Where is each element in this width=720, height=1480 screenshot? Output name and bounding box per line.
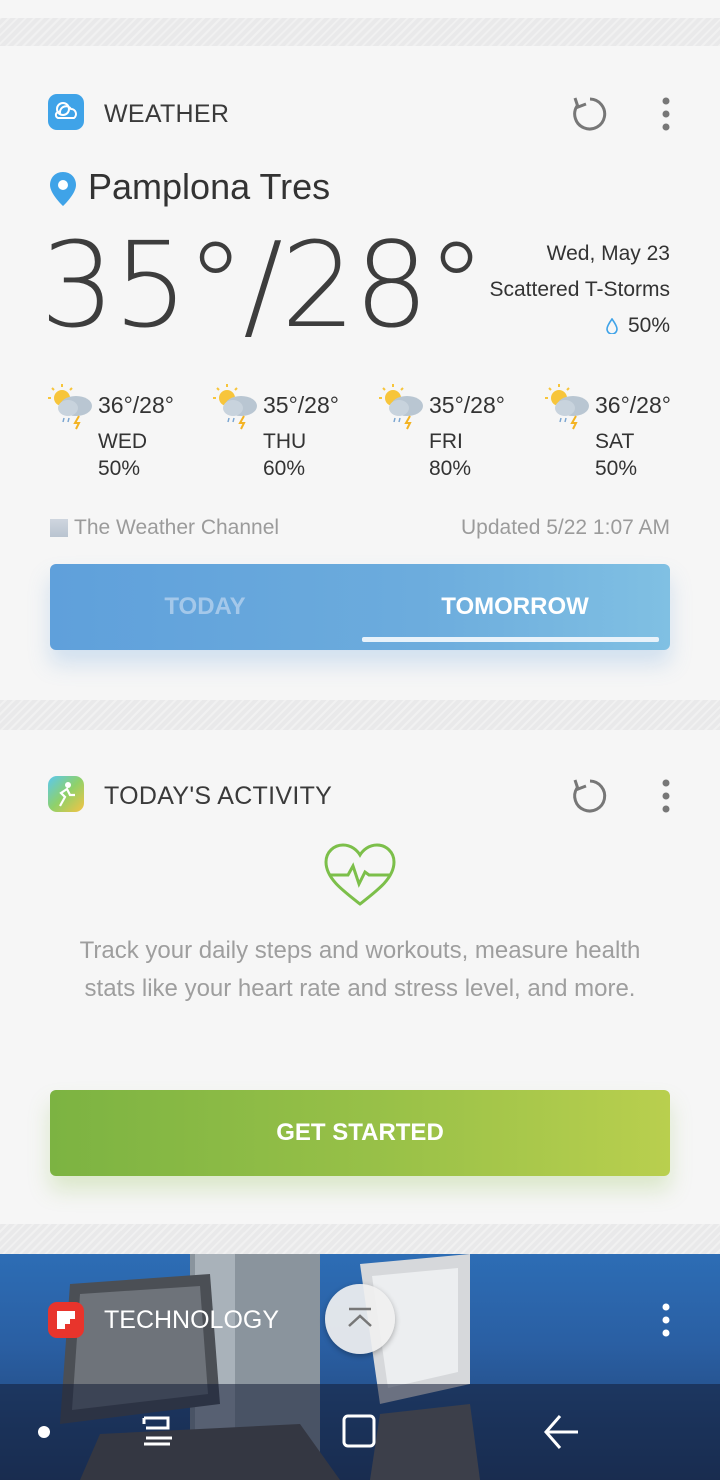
raindrop-icon — [606, 318, 618, 334]
current-precip: 50% — [627, 314, 670, 337]
flipboard-icon — [48, 1302, 84, 1338]
more-vertical-icon[interactable] — [656, 1300, 676, 1340]
current-temperature: 35°/28° — [40, 216, 486, 354]
current-conditions: Wed, May 23 Scattered T-Storms 50% — [489, 236, 670, 344]
day-tab-bar: TODAY TOMORROW — [50, 564, 670, 650]
forecast-day: 36°/28° SAT 50% — [543, 382, 703, 492]
forecast-precip: 50% — [595, 457, 638, 480]
forecast-temps: 35°/28° — [263, 392, 339, 418]
forecast-day: 36°/28° WED 50% — [46, 382, 206, 492]
recent-apps-icon[interactable] — [142, 1416, 172, 1446]
weather-card-title: WEATHER — [104, 100, 230, 128]
partly-cloudy-storm-icon — [379, 384, 423, 430]
back-icon[interactable] — [544, 1415, 578, 1449]
current-date: Wed, May 23 — [546, 242, 670, 265]
partly-cloudy-storm-icon — [48, 384, 92, 430]
forecast-day-label: SAT — [595, 430, 635, 453]
partly-cloudy-storm-icon — [213, 384, 257, 430]
system-navigation-bar — [0, 1384, 720, 1480]
forecast-temps: 36°/28° — [98, 392, 174, 418]
activity-card[interactable]: TODAY'S ACTIVITY Track your daily steps … — [0, 730, 720, 1224]
heart-rate-icon — [322, 842, 398, 908]
technology-card-title: TECHNOLOGY — [104, 1306, 280, 1334]
weather-source-label: The Weather Channel — [74, 516, 280, 539]
weather-source[interactable]: The Weather Channel — [50, 516, 279, 540]
more-vertical-icon[interactable] — [656, 776, 676, 816]
weather-cloud-icon — [48, 94, 84, 130]
forecast-day-label: THU — [263, 430, 307, 453]
location-name[interactable]: Pamplona Tres — [88, 166, 330, 208]
forecast-precip: 50% — [98, 457, 141, 480]
weather-channel-logo-icon — [50, 519, 68, 537]
previous-card-edge — [0, 0, 720, 18]
more-vertical-icon[interactable] — [656, 94, 676, 134]
scroll-to-top-icon — [348, 1307, 372, 1327]
forecast-day-label: FRI — [429, 430, 463, 453]
refresh-icon[interactable] — [570, 776, 610, 816]
partly-cloudy-storm-icon — [545, 384, 589, 430]
nav-dot-indicator[interactable] — [38, 1426, 50, 1438]
samsung-health-icon — [48, 776, 84, 812]
get-started-button[interactable]: GET STARTED — [50, 1090, 670, 1176]
forecast-temps: 36°/28° — [595, 392, 671, 418]
forecast-day-label: WED — [98, 430, 147, 453]
forecast-temps: 35°/28° — [429, 392, 505, 418]
forecast-day: 35°/28° THU 60% — [211, 382, 371, 492]
tab-today[interactable]: TODAY — [50, 564, 360, 650]
forecast-precip: 80% — [429, 457, 472, 480]
weather-card[interactable]: WEATHER Pamplona Tres 35°/28° Wed, May 2… — [0, 46, 720, 700]
current-condition: Scattered T-Storms — [489, 278, 670, 301]
scroll-to-top-button[interactable] — [325, 1284, 395, 1354]
activity-card-title: TODAY'S ACTIVITY — [104, 782, 333, 810]
home-icon[interactable] — [342, 1414, 376, 1448]
forecast-precip: 60% — [263, 457, 306, 480]
refresh-icon[interactable] — [570, 94, 610, 134]
activity-description: Track your daily steps and workouts, mea… — [79, 937, 641, 1002]
forecast-day: 35°/28° FRI 80% — [377, 382, 537, 492]
location-pin-icon — [48, 170, 78, 208]
updated-timestamp: Updated 5/22 1:07 AM — [461, 516, 670, 539]
tab-selected-indicator — [362, 637, 659, 642]
